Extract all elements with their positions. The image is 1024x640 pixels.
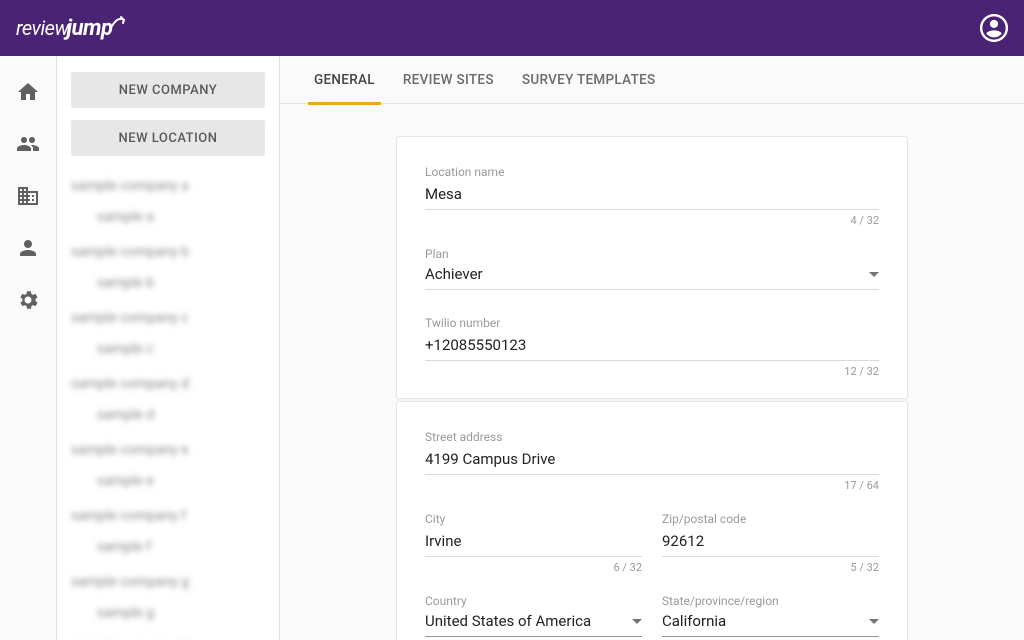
new-location-button[interactable]: NEW LOCATION [71, 120, 265, 156]
list-item[interactable]: sample f [97, 537, 265, 558]
account-button[interactable] [980, 14, 1008, 42]
list-item[interactable]: sample e [97, 471, 265, 492]
card-location-info: Location name Mesa 4 / 32 Plan Achiever [396, 136, 908, 399]
twilio-counter: 12 / 32 [425, 365, 879, 378]
field-plan: Plan Achiever [425, 235, 879, 290]
twilio-label: Twilio number [425, 316, 879, 330]
list-item[interactable]: sample c [97, 339, 265, 360]
chevron-down-icon [869, 272, 879, 277]
list-item[interactable]: sample company a [71, 176, 265, 197]
new-company-button[interactable]: NEW COMPANY [71, 72, 265, 108]
zip-counter: 5 / 32 [662, 561, 879, 574]
location-name-input[interactable]: Mesa [425, 183, 879, 210]
tab-general[interactable]: GENERAL [300, 57, 389, 103]
zip-label: Zip/postal code [662, 512, 879, 526]
tab-survey-templates[interactable]: SURVEY TEMPLATES [508, 57, 670, 103]
list-item[interactable]: sample company d [71, 374, 265, 395]
app-header: review jump [0, 0, 1024, 56]
tab-review-sites[interactable]: REVIEW SITES [389, 57, 508, 103]
nav-person[interactable] [16, 236, 40, 260]
country-value: United States of America [425, 612, 591, 630]
list-item[interactable]: sample company c [71, 308, 265, 329]
field-city: City Irvine 6 / 32 [425, 500, 642, 574]
country-select[interactable]: United States of America [425, 612, 642, 637]
city-counter: 6 / 32 [425, 561, 642, 574]
account-icon [980, 14, 1008, 42]
logo-prefix: review [16, 16, 69, 40]
list-item[interactable]: sample g [97, 603, 265, 624]
street-counter: 17 / 64 [425, 479, 879, 492]
field-state: State/province/region California [662, 582, 879, 637]
nav-company[interactable] [16, 184, 40, 208]
state-value: California [662, 612, 726, 630]
person-icon [16, 236, 40, 260]
location-name-counter: 4 / 32 [425, 214, 879, 227]
company-icon [16, 184, 40, 208]
nav-people[interactable] [16, 132, 40, 156]
state-select[interactable]: California [662, 612, 879, 637]
field-country: Country United States of America [425, 582, 642, 637]
sidebar: NEW COMPANY NEW LOCATION sample company … [57, 56, 280, 640]
chevron-down-icon [869, 619, 879, 624]
state-label: State/province/region [662, 594, 879, 608]
form-area: Location name Mesa 4 / 32 Plan Achiever [280, 104, 1024, 640]
list-item[interactable]: sample d [97, 405, 265, 426]
nav-rail [0, 56, 57, 640]
list-item[interactable]: sample company f [71, 506, 265, 527]
field-zip: Zip/postal code 92612 5 / 32 [662, 500, 879, 574]
logo-suffix: jump [67, 16, 113, 41]
gear-icon [16, 288, 40, 312]
home-icon [16, 80, 40, 104]
list-item[interactable]: sample b [97, 273, 265, 294]
street-label: Street address [425, 430, 879, 444]
city-input[interactable]: Irvine [425, 530, 642, 557]
location-name-label: Location name [425, 165, 879, 179]
field-location-name: Location name Mesa 4 / 32 [425, 153, 879, 227]
card-address: Street address 4199 Campus Drive 17 / 64… [396, 401, 908, 640]
field-twilio: Twilio number +12085550123 12 / 32 [425, 304, 879, 378]
tabs: GENERAL REVIEW SITES SURVEY TEMPLATES [280, 56, 1024, 104]
list-item[interactable]: sample company e [71, 440, 265, 461]
main-panel: GENERAL REVIEW SITES SURVEY TEMPLATES Lo… [280, 56, 1024, 640]
zip-input[interactable]: 92612 [662, 530, 879, 557]
plan-select[interactable]: Achiever [425, 265, 879, 290]
country-label: Country [425, 594, 642, 608]
plan-value: Achiever [425, 265, 483, 283]
sidebar-company-list: sample company a sample a sample company… [71, 176, 265, 640]
logo: review jump [16, 16, 127, 41]
list-item[interactable]: sample company b [71, 242, 265, 263]
twilio-input[interactable]: +12085550123 [425, 334, 879, 361]
field-street: Street address 4199 Campus Drive 17 / 64 [425, 418, 879, 492]
people-icon [16, 132, 40, 156]
list-item[interactable]: sample company g [71, 572, 265, 593]
plan-label: Plan [425, 247, 879, 261]
nav-home[interactable] [16, 80, 40, 104]
chevron-down-icon [632, 619, 642, 624]
nav-settings[interactable] [16, 288, 40, 312]
street-input[interactable]: 4199 Campus Drive [425, 448, 879, 475]
list-item[interactable]: sample a [97, 207, 265, 228]
city-label: City [425, 512, 642, 526]
